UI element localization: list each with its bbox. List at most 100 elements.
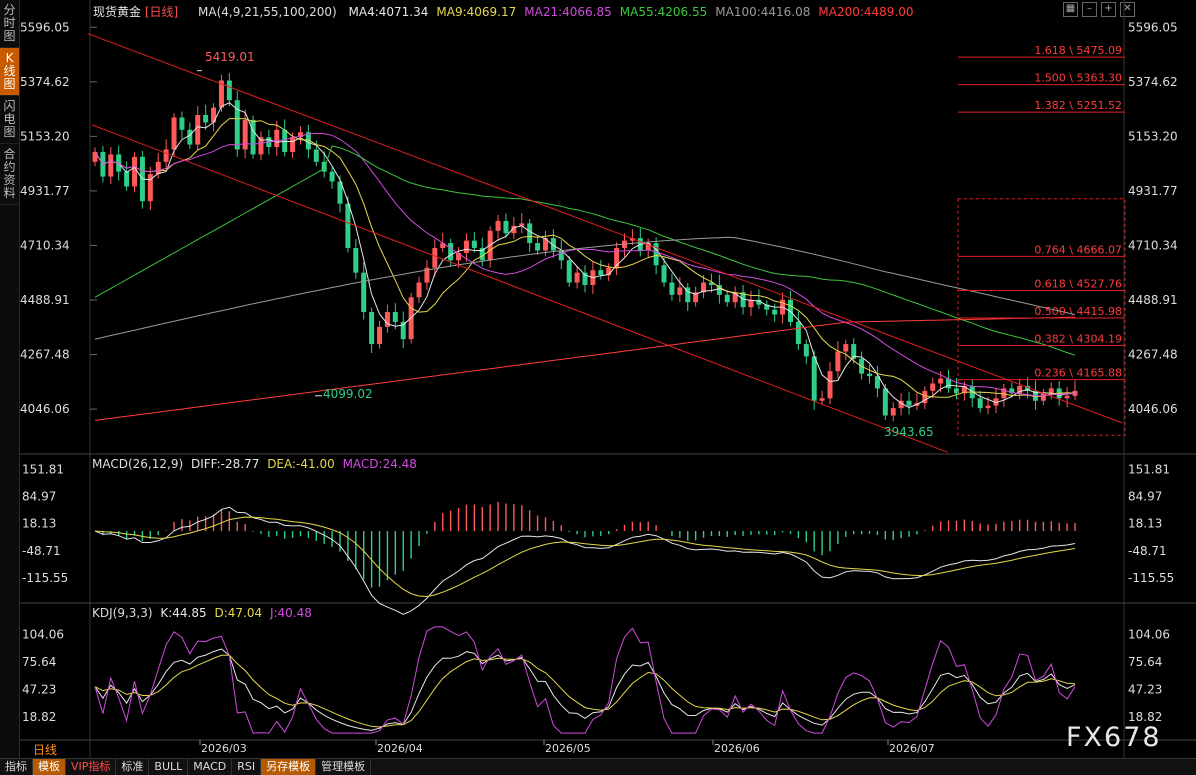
price-axis-label-left: 4710.34 (20, 238, 70, 252)
candle-body (724, 294, 730, 303)
fib-lower-label: 0.618 \ 4527.76 (1034, 277, 1122, 290)
period-selector[interactable]: 日线 (33, 741, 57, 758)
toolbar-tab-7[interactable]: 另存模板 (261, 759, 317, 775)
macd-diff-line (94, 506, 1076, 615)
price-axis-label-left: 4488.91 (20, 293, 70, 307)
candle-body (890, 408, 896, 416)
price-axis-label-right: 5374.62 (1128, 75, 1178, 89)
macd-axis-label-left: -48.71 (22, 544, 61, 558)
ma55-line (94, 145, 1076, 356)
toolbar-tab-2[interactable]: VIP指标 (66, 759, 117, 775)
candle-body (290, 137, 296, 152)
candle-body (392, 312, 398, 322)
kdj-axis-label-left: 47.23 (22, 682, 56, 696)
candle-body (574, 272, 580, 283)
candle-body (819, 398, 825, 401)
macd-axis-label-right: -115.55 (1128, 571, 1174, 585)
candle-body (471, 240, 477, 249)
macd-axis-label-right: 84.97 (1128, 489, 1162, 503)
price-axis-label-right: 4931.77 (1128, 184, 1178, 198)
fib-lower-label: 0.764 \ 4666.07 (1034, 243, 1122, 256)
candle-body (938, 378, 944, 384)
time-axis-label: 2026/05 (545, 742, 591, 755)
candle-body (163, 149, 169, 162)
macd-axis-label-right: 151.81 (1128, 462, 1170, 476)
candle-body (1048, 388, 1054, 394)
toolbar-tab-0[interactable]: 指标 (0, 759, 33, 775)
candle-body (772, 309, 778, 315)
macd-axis-label-left: 84.97 (22, 489, 56, 503)
kdj-k-line (94, 648, 1076, 731)
candle-body (843, 344, 849, 352)
candle-body (906, 400, 912, 406)
candle-body (566, 260, 572, 283)
fib-lower-label: 0.500 \ 4415.98 (1034, 305, 1122, 318)
chart-canvas[interactable]: 5596.05 5596.05 5374.62 5374.62 5153.20 5153.… (0, 0, 1196, 758)
candle-body (313, 149, 319, 162)
candle-body (527, 223, 533, 244)
high-annotation: 5419.01 (205, 50, 255, 64)
time-axis-label: 2026/06 (714, 742, 760, 755)
candle-body (250, 119, 256, 155)
candle-body (195, 114, 201, 145)
candle-body (211, 107, 217, 123)
kdj-d-line (94, 654, 1076, 728)
candle-body (598, 270, 604, 276)
candle-body (132, 156, 138, 187)
macd-axis-label-left: 151.81 (22, 462, 64, 476)
fib-upper-label: 1.618 \ 5475.09 (1034, 44, 1122, 57)
candle-body (977, 398, 983, 409)
candle-body (448, 243, 454, 261)
candle-body (677, 287, 683, 295)
price-axis-label-right: 4488.91 (1128, 293, 1178, 307)
price-axis-label-left: 4931.77 (20, 184, 70, 198)
toolbar-tab-5[interactable]: MACD (188, 759, 233, 775)
toolbar-tab-1[interactable]: 模板 (33, 759, 66, 775)
candle-body (345, 203, 351, 249)
candle-body (369, 312, 375, 345)
price-axis-label-right: 4710.34 (1128, 238, 1178, 252)
fib-lower-label: 0.382 \ 4304.19 (1034, 333, 1122, 346)
candle-body (274, 129, 280, 148)
price-axis-label-right: 4267.48 (1128, 348, 1178, 362)
candle-body (503, 220, 509, 234)
candle-body (835, 351, 841, 372)
toolbar-tab-8[interactable]: 管理模板 (316, 759, 372, 775)
price-axis-label-left: 5596.05 (20, 20, 70, 34)
macd-dea-line (94, 516, 1076, 598)
macd-axis-label-right: 18.13 (1128, 517, 1162, 531)
ma200-line (94, 316, 1076, 421)
ma9-line (94, 118, 1076, 398)
candle-body (867, 373, 873, 377)
candle-body (1064, 395, 1070, 399)
watermark: FX678 (1066, 722, 1162, 753)
macd-axis-label-right: -48.71 (1128, 544, 1167, 558)
kdj-axis-label-left: 104.06 (22, 628, 64, 642)
toolbar-tab-6[interactable]: RSI (232, 759, 262, 775)
candle-body (432, 248, 438, 268)
kdj-axis-label-left: 75.64 (22, 655, 56, 669)
candle-body (827, 371, 833, 399)
candle-body (171, 117, 177, 150)
bottom-toolbar: 指标 模板 VIP指标 标准 BULL MACD RSI 另存模板 管理模板 (0, 758, 1196, 775)
macd-axis-label-left: 18.13 (22, 517, 56, 531)
candle-body (155, 161, 161, 175)
price-axis-label-left: 4267.48 (20, 348, 70, 362)
price-axis-label-right: 5153.20 (1128, 129, 1178, 143)
macd-axis-label-left: -115.55 (22, 571, 68, 585)
kdj-axis-label-right: 104.06 (1128, 628, 1170, 642)
candle-body (463, 240, 469, 253)
chart-window: 分时图K线图闪电图合约资料 现货黄金 [日线] MA(4,9,21,55,100… (0, 0, 1196, 775)
price-axis-label-left: 4046.06 (20, 402, 70, 416)
kdj-axis-label-right: 47.23 (1128, 682, 1162, 696)
candle-body (930, 383, 936, 391)
candle-body (203, 114, 209, 123)
toolbar-tab-3[interactable]: 标准 (116, 759, 150, 775)
candle-body (282, 129, 288, 152)
price-axis-label-left: 5374.62 (20, 75, 70, 89)
candle-body (92, 151, 98, 162)
low1-annotation: 4099.02 (323, 387, 373, 401)
fib-lower-label: 0.236 \ 4165.88 (1034, 367, 1122, 380)
candle-body (361, 272, 367, 313)
toolbar-tab-4[interactable]: BULL (149, 759, 189, 775)
